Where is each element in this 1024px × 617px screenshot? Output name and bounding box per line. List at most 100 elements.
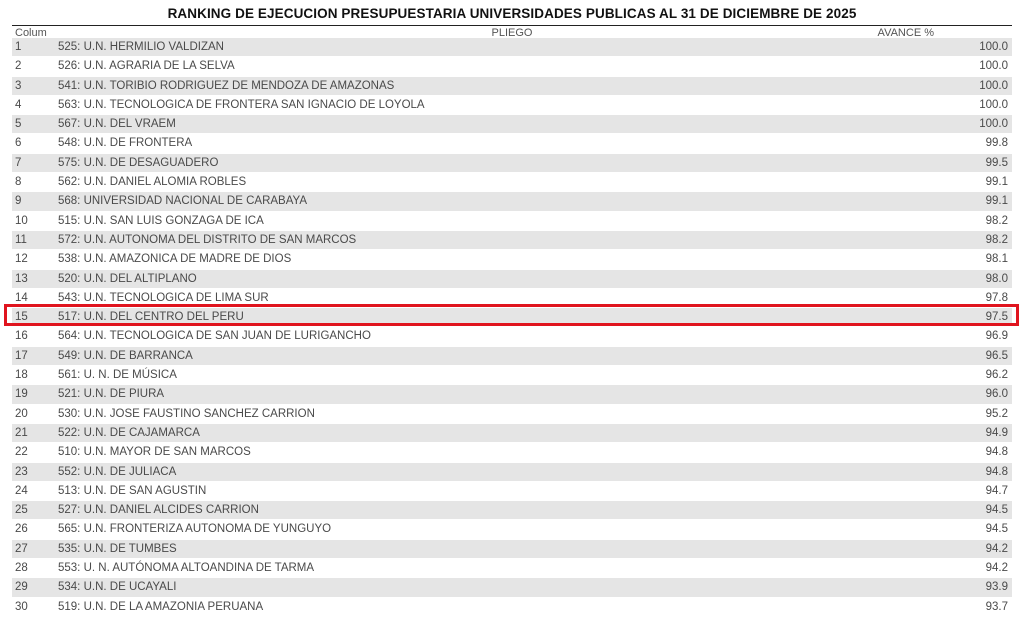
row-number: 22 [15, 446, 28, 459]
row-avance: 96.2 [985, 369, 1008, 382]
row-number: 30 [15, 600, 28, 613]
table-row: 25 527: U.N. DANIEL ALCIDES CARRION 94.5 [12, 501, 1012, 521]
row-number: 16 [15, 330, 28, 343]
table-row: 12 538: U.N. AMAZONICA DE MADRE DE DIOS 98… [12, 250, 1012, 270]
row-number: 19 [15, 388, 28, 401]
ranking-table-body: 1 525: U.N. HERMILIO VALDIZAN 100.0 2 526: U… [12, 38, 1012, 617]
row-number: 15 [15, 311, 28, 324]
row-pliego: 515: U.N. SAN LUIS GONZAGA DE ICA [58, 214, 264, 227]
row-number: 28 [15, 562, 28, 575]
row-avance: 100.0 [979, 41, 1008, 53]
row-pliego: 530: U.N. JOSE FAUSTINO SANCHEZ CARRION [58, 407, 315, 420]
row-pliego: 565: U.N. FRONTERIZA AUTONOMA DE YUNGUYO [58, 523, 332, 536]
row-avance: 99.8 [985, 137, 1008, 150]
row-pliego: 522: U.N. DE CAJAMARCA [58, 426, 200, 439]
row-number: 5 [15, 118, 22, 131]
row-number: 3 [15, 79, 22, 92]
table-row: 9 568: UNIVERSIDAD NACIONAL DE CARABAYA 99… [12, 192, 1012, 212]
row-pliego: 543: U.N. TECNOLOGICA DE LIMA SUR [58, 291, 269, 304]
row-pliego: 563: U.N. TECNOLOGICA DE FRONTERA SAN IG… [58, 98, 425, 111]
table-row: 28 553: U. N. AUTÓNOMA ALTOANDINA DE TARM… [12, 559, 1012, 579]
row-pliego: 517: U.N. DEL CENTRO DEL PERU [58, 311, 244, 324]
row-pliego: 564: U.N. TECNOLOGICA DE SAN JUAN DE LUR… [58, 330, 371, 343]
row-number: 6 [15, 137, 22, 150]
row-pliego: 521: U.N. DE PIURA [58, 388, 165, 401]
row-number: 8 [15, 176, 22, 189]
row-avance: 96.5 [985, 349, 1008, 362]
row-avance: 100.0 [979, 79, 1008, 92]
row-avance: 98.2 [985, 214, 1008, 227]
row-pliego: 553: U. N. AUTÓNOMA ALTOANDINA DE TARMA [58, 562, 315, 575]
table-row: 29 534: U.N. DE UCAYALI 93.9 [12, 578, 1012, 598]
table-row: 13 520: U.N. DEL ALTIPLANO 98.0 [12, 269, 1012, 289]
row-number: 29 [15, 581, 28, 594]
row-pliego: 535: U.N. DE TUMBES [58, 542, 177, 555]
row-pliego: 549: U.N. DE BARRANCA [58, 349, 193, 362]
table-row: 27 535: U.N. DE TUMBES 94.2 [12, 539, 1012, 560]
table-row: 26 565: U.N. FRONTERIZA AUTONOMA DE YUNGU… [12, 520, 1012, 540]
row-pliego: 572: U.N. AUTONOMA DEL DISTRITO DE SAN M… [58, 233, 357, 246]
row-pliego: 548: U.N. DE FRONTERA [58, 137, 193, 150]
row-avance: 99.5 [985, 156, 1008, 169]
row-avance: 94.5 [985, 523, 1008, 536]
row-number: 23 [15, 465, 28, 478]
row-avance: 99.1 [985, 176, 1008, 189]
row-number: 7 [15, 156, 22, 169]
row-pliego: 526: U.N. AGRARIA DE LA SELVA [58, 60, 235, 73]
row-avance: 94.7 [985, 484, 1008, 497]
row-pliego: 534: U.N. DE UCAYALI [58, 581, 177, 594]
row-pliego: 575: U.N. DE DESAGUADERO [58, 156, 219, 169]
row-avance: 97.8 [985, 291, 1008, 304]
row-number: 27 [15, 542, 28, 555]
table-row: 10 515: U.N. SAN LUIS GONZAGA DE ICA 98.2 [12, 211, 1012, 231]
table-row: 11 572: U.N. AUTONOMA DEL DISTRITO DE SAN… [12, 230, 1012, 251]
table-row: 14 543: U.N. TECNOLOGICA DE LIMA SUR 97.8 [12, 288, 1012, 309]
ranking-page: RANKING DE EJECUCION PRESUPUESTARIA UNIV… [0, 0, 1024, 617]
row-pliego: 527: U.N. DANIEL ALCIDES CARRION [58, 504, 259, 517]
row-number: 25 [15, 504, 28, 517]
row-avance: 100.0 [979, 60, 1008, 73]
row-number: 11 [15, 233, 27, 246]
row-pliego: 568: UNIVERSIDAD NACIONAL DE CARABAYA [58, 195, 308, 208]
table-row: 20 530: U.N. JOSE FAUSTINO SANCHEZ CARRIO… [12, 404, 1012, 424]
table-row: 2 526: U.N. AGRARIA DE LA SELVA 100.0 [12, 57, 1012, 77]
table-row: 6 548: U.N. DE FRONTERA 99.8 [12, 134, 1012, 154]
row-pliego: 567: U.N. DEL VRAEM [58, 118, 176, 131]
row-number: 24 [15, 484, 28, 497]
table-row: 24 513: U.N. DE SAN AGUSTIN 94.7 [12, 481, 1012, 502]
table-row: 30 519: U.N. DE LA AMAZONIA PERUANA 93.7 [12, 597, 1012, 617]
table-row: 23 552: U.N. DE JULIACA 94.8 [12, 462, 1012, 482]
row-avance: 93.9 [985, 581, 1008, 594]
row-avance: 100.0 [979, 118, 1008, 131]
row-number: 13 [15, 272, 28, 285]
table-row: 3 541: U.N. TORIBIO RODRIGUEZ DE MENDOZA … [12, 76, 1012, 96]
row-pliego: 541: U.N. TORIBIO RODRIGUEZ DE MENDOZA D… [58, 79, 395, 92]
table-row: 7 575: U.N. DE DESAGUADERO 99.5 [12, 153, 1012, 174]
row-avance: 98.1 [985, 253, 1008, 266]
row-avance: 100.0 [979, 98, 1008, 111]
table-row: 19 521: U.N. DE PIURA 96.0 [12, 385, 1012, 405]
row-number: 4 [15, 98, 22, 111]
row-avance: 94.2 [985, 542, 1008, 555]
row-avance: 94.8 [985, 465, 1008, 478]
row-avance: 94.2 [985, 562, 1008, 575]
row-avance: 94.8 [985, 446, 1008, 459]
table-row: 21 522: U.N. DE CAJAMARCA 94.9 [12, 423, 1012, 444]
row-avance: 99.1 [985, 195, 1008, 208]
row-pliego: 519: U.N. DE LA AMAZONIA PERUANA [58, 600, 264, 613]
row-number: 20 [15, 407, 28, 420]
row-number: 26 [15, 523, 28, 536]
table-row: 4 563: U.N. TECNOLOGICA DE FRONTERA SAN I… [12, 95, 1012, 116]
row-avance: 98.2 [985, 233, 1008, 246]
row-pliego: 520: U.N. DEL ALTIPLANO [58, 272, 197, 285]
row-number: 2 [15, 60, 22, 73]
row-pliego: 561: U. N. DE MÚSICA [58, 369, 177, 382]
row-avance: 97.5 [985, 311, 1008, 324]
table-row: 1 525: U.N. HERMILIO VALDIZAN 100.0 [12, 38, 1012, 58]
table-row: 17 549: U.N. DE BARRANCA 96.5 [12, 346, 1012, 367]
table-row: 18 561: U. N. DE MÚSICA 96.2 [12, 366, 1012, 386]
table-row: 8 562: U.N. DANIEL ALOMIA ROBLES 99.1 [12, 173, 1012, 193]
row-pliego: 552: U.N. DE JULIACA [58, 465, 177, 478]
table-row: 15 517: U.N. DEL CENTRO DEL PERU 97.5 [12, 308, 1012, 328]
row-avance: 93.7 [985, 600, 1008, 613]
